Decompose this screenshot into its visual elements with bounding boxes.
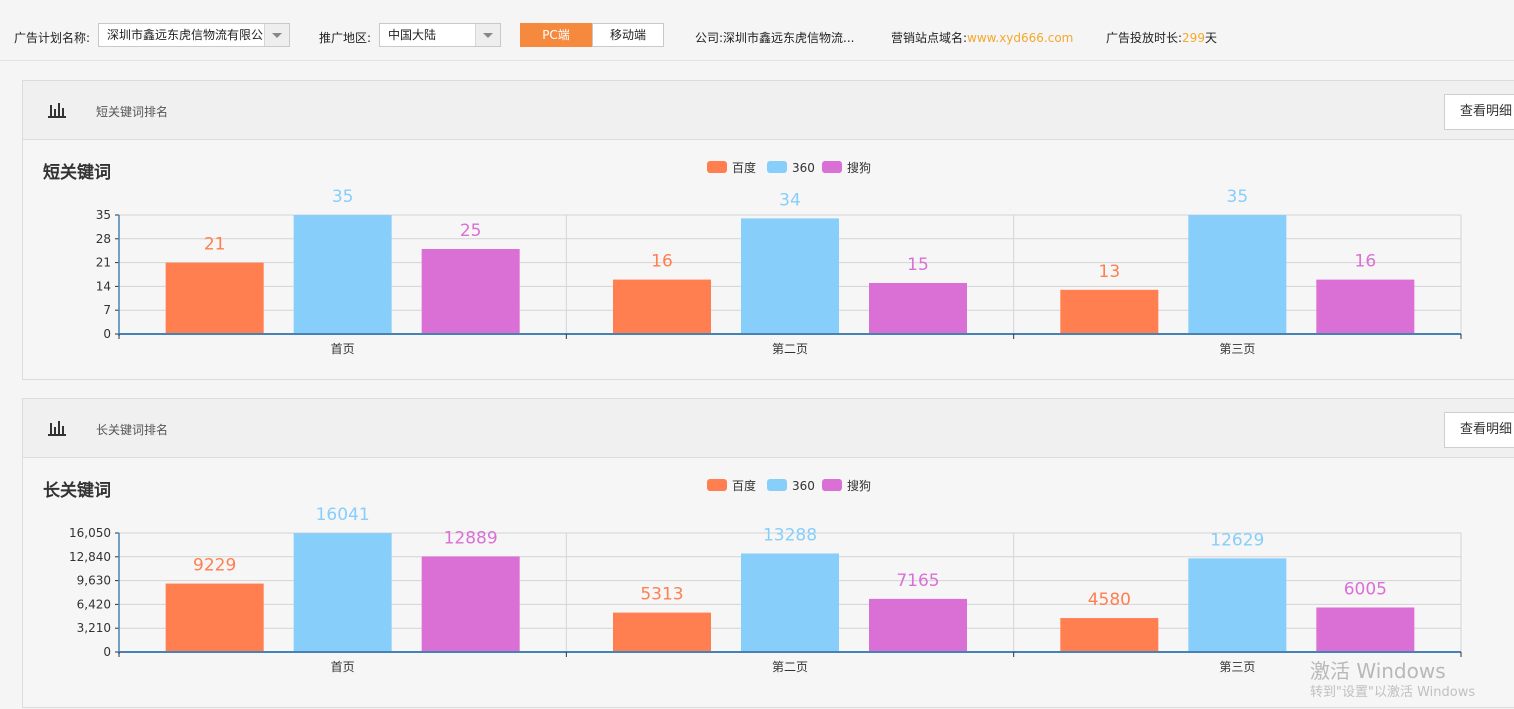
x-tick-label: 第二页 (772, 342, 808, 356)
x-tick-label: 第二页 (772, 660, 808, 674)
chart-title: 短关键词 (43, 162, 111, 183)
bar-value-label: 21 (204, 235, 226, 255)
bar-value-label: 35 (332, 187, 354, 207)
company-label: 公司: (695, 31, 724, 45)
long-keyword-chart: 长关键词 百度 360 搜狗 0 3,210 6,420 9,630 12,840 16,050 9… (43, 478, 1462, 674)
duration-unit: 天 (1204, 31, 1217, 45)
plan-name-value: 深圳市鑫远东虎信物流有限公 (107, 28, 264, 42)
bar-value-label: 12629 (1210, 530, 1264, 550)
legend-label[interactable]: 百度 (732, 160, 756, 175)
legend-swatch[interactable] (707, 479, 727, 491)
bar[interactable] (1188, 558, 1287, 652)
bar-value-label: 7165 (896, 571, 939, 591)
bar-value-label: 16 (1355, 252, 1377, 272)
bar-value-label: 6005 (1344, 579, 1387, 599)
company-value: 深圳市鑫远东虎信物流... (723, 31, 855, 45)
legend-swatch[interactable] (767, 161, 787, 173)
y-tick-label: 6,420 (77, 597, 111, 611)
legend-swatch[interactable] (822, 161, 842, 173)
chart-title: 长关键词 (43, 480, 111, 501)
x-tick-label: 首页 (331, 342, 355, 356)
domain-link[interactable]: www.xyd666.com (967, 31, 1073, 45)
bar-value-label: 16041 (316, 505, 370, 525)
legend-label[interactable]: 百度 (732, 478, 756, 493)
region-label: 推广地区: (319, 31, 372, 45)
bar[interactable] (165, 262, 264, 334)
bar[interactable] (869, 598, 967, 652)
region-select[interactable]: 中国大陆 (379, 23, 501, 47)
bar[interactable] (1316, 607, 1415, 652)
bar-value-label: 4580 (1088, 590, 1131, 610)
bar[interactable] (1060, 618, 1159, 652)
y-tick-label: 3,210 (77, 621, 111, 635)
duration-info: 广告投放时长:299天 (1106, 29, 1217, 46)
bar-value-label: 13 (1099, 262, 1121, 282)
legend-swatch[interactable] (822, 479, 842, 491)
legend-swatch[interactable] (707, 161, 727, 173)
bar-value-label: 35 (1227, 187, 1249, 207)
plan-name-label: 广告计划名称: (14, 31, 91, 45)
bar-value-label: 13288 (763, 525, 817, 545)
chevron-down-icon (264, 24, 289, 46)
long-keyword-panel: 长关键词排名 查看明细 长关键词 百度 360 搜狗 0 3,210 6,420 9,630 1… (22, 398, 1514, 708)
legend-label[interactable]: 搜狗 (847, 478, 871, 493)
bar[interactable] (293, 215, 392, 334)
short-keyword-panel: 短关键词排名 查看明细 短关键词 百度 360 搜狗 0 7 14 21 28 35 21 35 25 首… (22, 80, 1514, 380)
y-tick-label: 9,630 (77, 574, 111, 588)
duration-value: 299 (1182, 31, 1205, 45)
y-tick-label: 35 (96, 208, 111, 222)
bar-value-label: 9229 (193, 556, 236, 576)
bar-value-label: 15 (907, 255, 929, 275)
bar[interactable] (613, 279, 711, 334)
bar-value-label: 12889 (444, 528, 498, 548)
bar[interactable] (421, 249, 520, 334)
chevron-down-icon (475, 24, 500, 46)
y-tick-label: 0 (103, 327, 111, 341)
bar[interactable] (869, 283, 967, 334)
plan-name-select[interactable]: 深圳市鑫远东虎信物流有限公 (98, 23, 290, 47)
windows-activation-hint: 转到"设置"以激活 Windows (1310, 685, 1476, 700)
short-keyword-chart: 短关键词 百度 360 搜狗 0 7 14 21 28 35 21 35 25 首页 16 34 15 第二页 13… (43, 160, 1462, 356)
y-tick-label: 14 (96, 279, 111, 293)
bar-value-label: 25 (460, 221, 482, 241)
bar[interactable] (741, 553, 839, 652)
x-tick-label: 首页 (331, 660, 355, 674)
bar-value-label: 5313 (640, 585, 683, 605)
bar[interactable] (1316, 279, 1415, 334)
region-value: 中国大陆 (388, 28, 437, 42)
bar[interactable] (421, 556, 520, 652)
y-tick-label: 7 (103, 303, 111, 317)
y-tick-label: 21 (96, 256, 111, 270)
legend-swatch[interactable] (767, 479, 787, 491)
legend-label[interactable]: 360 (792, 161, 815, 175)
domain-info: 营销站点域名:www.xyd666.com (891, 29, 1073, 46)
mobile-tab-button[interactable]: 移动端 (592, 23, 664, 47)
bar[interactable] (741, 218, 839, 334)
bar[interactable] (165, 583, 264, 652)
bar[interactable] (1188, 215, 1287, 334)
y-tick-label: 16,050 (69, 526, 111, 540)
top-toolbar: 广告计划名称: 深圳市鑫远东虎信物流有限公 推广地区: 中国大陆 PC端 移动端… (0, 11, 1514, 61)
x-tick-label: 第三页 (1219, 342, 1255, 356)
pc-tab-button[interactable]: PC端 (520, 23, 592, 47)
legend-label[interactable]: 360 (792, 479, 815, 493)
domain-label: 营销站点域名: (891, 31, 968, 45)
bar[interactable] (1060, 289, 1159, 334)
bar-value-label: 16 (651, 252, 673, 272)
bar[interactable] (613, 612, 711, 652)
duration-label: 广告投放时长: (1106, 31, 1183, 45)
y-tick-label: 0 (103, 645, 111, 659)
y-tick-label: 12,840 (69, 550, 111, 564)
company-info: 公司:深圳市鑫远东虎信物流... (695, 29, 855, 46)
legend-label[interactable]: 搜狗 (847, 160, 871, 175)
x-tick-label: 第三页 (1219, 660, 1255, 674)
bar[interactable] (293, 533, 392, 652)
windows-activation-watermark: 激活 Windows (1310, 659, 1446, 683)
bar-value-label: 34 (779, 190, 801, 210)
y-tick-label: 28 (96, 232, 111, 246)
